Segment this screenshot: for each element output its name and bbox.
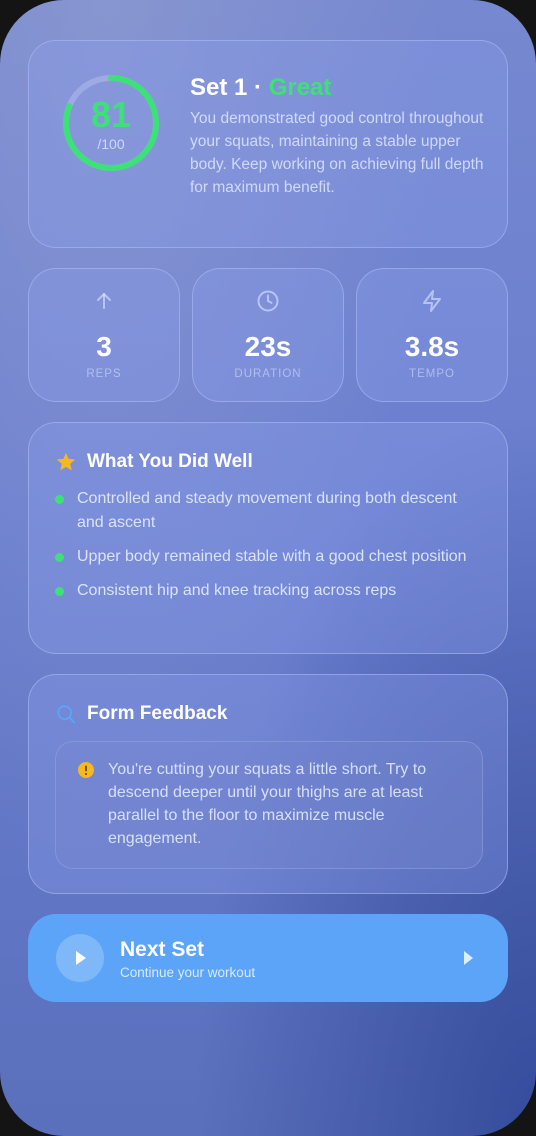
stat-value: 3	[96, 331, 112, 362]
list-item: Upper body remained stable with a good c…	[55, 545, 485, 569]
stat-duration: 23s DURATION	[192, 268, 344, 402]
stat-value: 3.8s	[404, 331, 460, 362]
bullet-dot	[55, 587, 64, 596]
list-item-text: Controlled and steady movement during bo…	[77, 490, 457, 531]
clock-icon	[257, 290, 279, 312]
did-well-list: Controlled and steady movement during bo…	[55, 487, 485, 613]
set-rating: Great	[268, 74, 332, 101]
set-label: Set 1 ·	[190, 74, 263, 101]
set-title: Set 1 · Great	[190, 73, 331, 103]
set-description: You demonstrated good control throughout…	[190, 110, 484, 196]
next-set-button[interactable]: Next Set Continue your workout	[28, 914, 508, 1002]
list-item-text: Consistent hip and knee tracking across …	[77, 582, 397, 599]
stat-value: 23s	[244, 331, 292, 362]
bullet-dot	[55, 495, 64, 504]
feedback-message: You're cutting your squats a little shor…	[55, 741, 483, 869]
star-icon	[56, 452, 76, 471]
bullet-dot	[55, 553, 64, 562]
list-item-text: Upper body remained stable with a good c…	[77, 548, 467, 565]
stat-reps: 3 REPS	[28, 268, 180, 402]
play-icon	[76, 951, 86, 965]
next-set-title: Next Set	[120, 938, 205, 961]
warning-icon	[78, 762, 94, 778]
stat-label: TEMPO	[409, 368, 455, 380]
arrow-up-icon	[97, 293, 111, 309]
set-summary-card: 81 /100 Set 1 · Great You demonstrated g…	[28, 40, 508, 248]
did-well-card: What You Did Well Controlled and steady …	[28, 422, 508, 654]
search-icon	[57, 705, 76, 724]
stat-tempo: 3.8s TEMPO	[356, 268, 508, 402]
lightning-icon	[423, 290, 441, 312]
form-feedback-card: Form Feedback You're cutting your squats…	[28, 674, 508, 894]
form-feedback-title: Form Feedback	[87, 703, 228, 724]
score-value: 81	[90, 94, 132, 135]
did-well-header: What You Did Well	[55, 449, 253, 475]
stat-label: DURATION	[234, 368, 302, 380]
did-well-title: What You Did Well	[87, 451, 253, 472]
app-screen: 81 /100 Set 1 · Great You demonstrated g…	[0, 0, 536, 1136]
list-item: Consistent hip and knee tracking across …	[55, 579, 485, 603]
form-feedback-header: Form Feedback	[55, 701, 227, 727]
play-button[interactable]	[56, 934, 104, 982]
next-set-subtitle: Continue your workout	[120, 965, 256, 980]
stat-label: REPS	[86, 368, 122, 380]
chevron-right-icon	[464, 951, 473, 965]
feedback-text: You're cutting your squats a little shor…	[108, 761, 427, 847]
list-item: Controlled and steady movement during bo…	[55, 487, 485, 535]
score-max: /100	[97, 136, 125, 152]
